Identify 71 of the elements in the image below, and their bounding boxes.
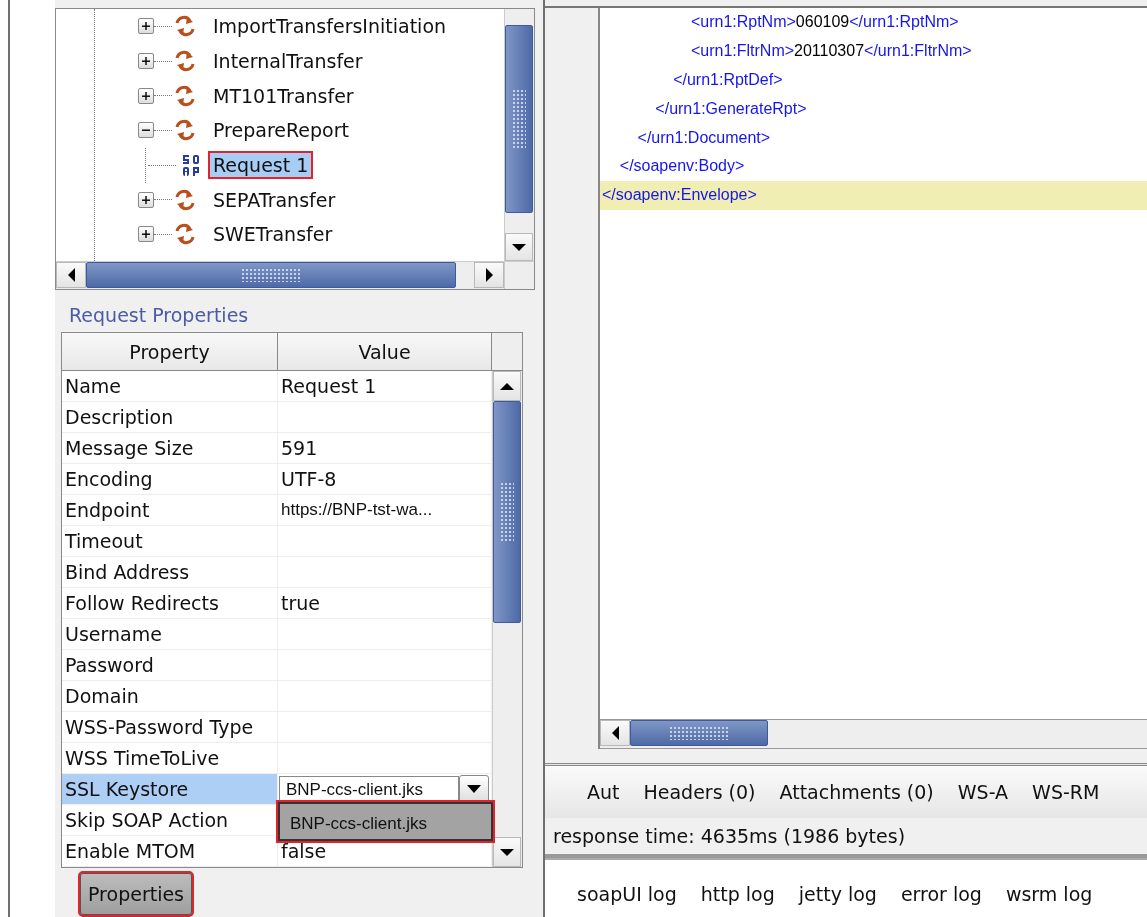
tree-item[interactable]: PrepareReport bbox=[208, 116, 354, 145]
tab[interactable]: WS-A bbox=[945, 781, 1021, 803]
property-name-cell: SSL Keystore bbox=[62, 774, 278, 805]
properties-button[interactable]: Properties bbox=[78, 871, 194, 917]
property-name-cell: Username bbox=[62, 619, 278, 650]
dropdown-button[interactable] bbox=[459, 775, 489, 803]
column-header[interactable]: Property bbox=[62, 333, 278, 371]
expander-toggle[interactable] bbox=[138, 122, 154, 139]
scroll-up-button[interactable] bbox=[493, 371, 521, 401]
log-tab[interactable]: jetty log bbox=[786, 882, 889, 905]
arrow-icon bbox=[611, 726, 619, 740]
arrow-icon bbox=[485, 268, 493, 282]
arrow-icon bbox=[512, 243, 526, 251]
scrollbar-thumb[interactable] bbox=[630, 720, 768, 746]
plus-icon bbox=[140, 228, 152, 241]
log-tab[interactable]: soapUI log bbox=[565, 882, 689, 905]
tab[interactable]: Aut bbox=[575, 781, 632, 803]
log-tab[interactable]: http log bbox=[688, 882, 787, 905]
scrollbar-thumb[interactable] bbox=[493, 401, 521, 623]
log-tab[interactable]: wsrm log bbox=[993, 882, 1105, 905]
plus-icon bbox=[140, 89, 152, 102]
panel-title: Request Properties bbox=[68, 303, 250, 328]
tab[interactable]: Headers (0) bbox=[631, 781, 768, 803]
property-name-cell: Follow Redirects bbox=[62, 588, 278, 619]
scroll-right-button[interactable] bbox=[474, 262, 504, 288]
scroll-down-button[interactable] bbox=[493, 837, 521, 867]
expander-toggle[interactable] bbox=[138, 18, 154, 35]
tree-item[interactable]: ImportTransfersInitiation bbox=[208, 12, 452, 41]
soap-request-icon bbox=[182, 153, 200, 178]
property-name-cell: Message Size bbox=[62, 433, 278, 464]
property-name-cell: Encoding bbox=[62, 464, 278, 495]
tab[interactable]: WS-RM bbox=[1020, 781, 1112, 803]
tab[interactable]: Attachments (0) bbox=[767, 781, 946, 803]
expander-toggle[interactable] bbox=[138, 87, 154, 104]
property-name-cell: WSS-Password Type bbox=[62, 712, 278, 743]
tree-item[interactable]: Request 1 bbox=[208, 151, 314, 180]
code-line: </soapenv:Body> bbox=[618, 156, 746, 177]
scroll-left-button[interactable] bbox=[600, 720, 630, 746]
log-tab[interactable]: error log bbox=[888, 882, 994, 905]
dropdown-option[interactable]: BNP-ccs-client.jks bbox=[276, 800, 495, 843]
property-name-cell: Bind Address bbox=[62, 557, 278, 588]
plus-icon bbox=[140, 20, 152, 33]
property-name-cell: Password bbox=[62, 650, 278, 681]
scroll-down-button[interactable] bbox=[505, 233, 533, 261]
plus-icon bbox=[140, 55, 152, 68]
expander-toggle[interactable] bbox=[138, 53, 154, 70]
plus-icon bbox=[140, 193, 152, 206]
tree-item[interactable]: SWETransfer bbox=[208, 220, 338, 249]
column-header[interactable]: Value bbox=[278, 333, 492, 371]
code-line: </urn1:RptDef> bbox=[672, 70, 784, 90]
code-line: </urn1:GenerateRpt> bbox=[654, 98, 808, 119]
property-name-cell: Name bbox=[62, 371, 278, 402]
tree-item[interactable]: MT101Transfer bbox=[208, 81, 359, 110]
scroll-left-button[interactable] bbox=[56, 262, 86, 288]
tree-item[interactable]: InternalTransfer bbox=[208, 47, 368, 76]
scrollbar-thumb[interactable] bbox=[86, 262, 456, 288]
property-name-cell: Domain bbox=[62, 681, 278, 712]
property-name-cell: Timeout bbox=[62, 526, 278, 557]
arrow-icon bbox=[500, 848, 514, 856]
code-line: <urn1:RptNm>060109</urn1:RptNm> bbox=[689, 12, 960, 33]
code-line: </urn1:Document> bbox=[636, 127, 772, 148]
code-line: <urn1:FltrNm>20110307</urn1:FltrNm> bbox=[689, 41, 973, 62]
property-name-cell: Endpoint bbox=[62, 495, 278, 526]
expander-toggle[interactable] bbox=[138, 191, 154, 208]
scrollbar-thumb[interactable] bbox=[505, 25, 533, 213]
arrow-icon bbox=[500, 382, 514, 390]
property-name-cell: Enable MTOM bbox=[62, 836, 278, 867]
property-name-cell: Description bbox=[62, 402, 278, 433]
arrow-icon bbox=[67, 268, 75, 282]
expander-toggle[interactable] bbox=[138, 226, 154, 243]
tree-item[interactable]: SEPATransfer bbox=[208, 185, 341, 214]
